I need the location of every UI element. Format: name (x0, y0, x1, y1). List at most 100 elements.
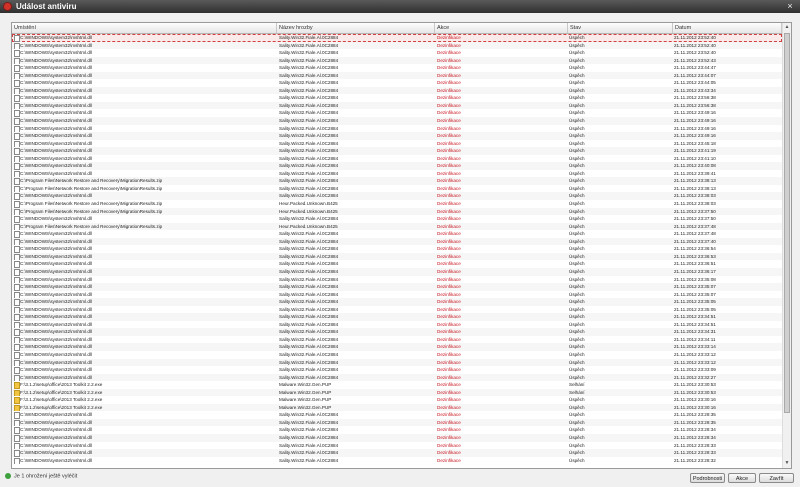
table-row[interactable]: C:\WINDOWS\system32\mshtml.dll Sality.Win… (12, 79, 782, 87)
table-row[interactable]: C:\WINDOWS\system32\mshtml.dll Sality.Win… (12, 358, 782, 367)
table-row[interactable]: C:\WINDOWS\system32\mshtml.dll Sality.Win… (12, 252, 782, 261)
table-row[interactable]: C:\WINDOWS\system32\mshtml.dll Sality.Win… (12, 267, 782, 276)
date-cell: 21.11.2012 23:28:35 (674, 419, 716, 425)
table-row[interactable]: C:\WINDOWS\system32\mshtml.dll Sality.Win… (12, 94, 782, 102)
state-cell: Úspěch (569, 57, 585, 63)
table-row[interactable]: C:\WINDOWS\system32\mshtml.dll Sality.Win… (12, 147, 782, 155)
vertical-scrollbar[interactable]: ▲ ▼ (782, 23, 791, 468)
scroll-down-icon[interactable]: ▼ (783, 459, 791, 468)
state-cell: Úspěch (569, 65, 585, 71)
date-cell: 21.11.2012 23:33:12 (674, 359, 716, 365)
title-bar: Událost antiviru × (0, 0, 800, 13)
table-row[interactable]: C:\WINDOWS\system32\mshtml.dll Sality.Win… (12, 230, 782, 238)
table-row[interactable]: C:\WINDOWS\system32\mshtml.dll Sality.Win… (12, 411, 782, 419)
threat-name-cell: Sality.Win32.Fiale.Al.0C2884 (279, 284, 339, 290)
table-row[interactable]: C:\WINDOWS\system32\mshtml.dll Sality.Win… (12, 162, 782, 170)
table-row[interactable]: C:\WINDOWS\system32\mshtml.dll Sality.Win… (12, 328, 782, 336)
table-row[interactable]: C:\WINDOWS\system32\mshtml.dll Sality.Win… (12, 215, 782, 223)
table-row[interactable]: C:\WINDOWS\system32\mshtml.dll Sality.Win… (12, 86, 782, 95)
table-row[interactable]: C:\WINDOWS\system32\mshtml.dll Sality.Win… (12, 305, 782, 314)
table-row[interactable]: C:\WINDOWS\system32\mshtml.dll Sality.Win… (12, 109, 782, 118)
table-row[interactable]: C:\WINDOWS\system32\mshtml.dll Sality.Win… (12, 132, 782, 140)
table-row[interactable]: C:\WINDOWS\system32\mshtml.dll Sality.Win… (12, 320, 782, 329)
close-window-button[interactable]: × (784, 0, 796, 13)
file-path-cell: C:\WINDOWS\system32\mshtml.dll (20, 102, 92, 108)
table-row[interactable]: C:\Program Files\Network Restore and Rec… (12, 200, 782, 208)
column-header-threat[interactable]: Název hrozby (277, 23, 435, 33)
table-row[interactable]: C:\WINDOWS\system32\mshtml.dll Sality.Win… (12, 101, 782, 110)
table-row[interactable]: C:\WINDOWS\system32\mshtml.dll Sality.Win… (12, 169, 782, 178)
action-cell: Dezinfikace (437, 351, 461, 357)
table-row[interactable]: C:\WINDOWS\system32\mshtml.dll Sality.Win… (12, 290, 782, 299)
file-path-cell: C:\WINDOWS\system32\mshtml.dll (20, 193, 92, 199)
threat-name-cell: Heur.Packed.Unknown.B425 (279, 223, 338, 229)
action-cell: Dezinfikace (437, 291, 461, 297)
table-row[interactable]: C:\WINDOWS\system32\mshtml.dll Sality.Win… (12, 275, 782, 284)
table-row[interactable]: C:\WINDOWS\system32\mshtml.dll Sality.Win… (12, 124, 782, 133)
action-button[interactable]: Akce (728, 473, 756, 483)
threat-name-cell: Sality.Win32.Fiale.Al.0C2884 (279, 148, 339, 154)
column-header-location[interactable]: Umístění (12, 23, 277, 33)
file-path-cell: C:\WINDOWS\system32\mshtml.dll (20, 344, 92, 350)
table-row[interactable]: F:\3.1.2\setup\office\2013 Toolkit 2.2.e… (12, 388, 782, 397)
details-button[interactable]: Podrobnosti (690, 473, 725, 483)
table-row[interactable]: C:\WINDOWS\system32\mshtml.dll Sality.Win… (12, 456, 782, 465)
table-row[interactable]: C:\WINDOWS\system32\mshtml.dll Sality.Win… (12, 373, 782, 382)
table-row[interactable]: C:\WINDOWS\system32\mshtml.dll Sality.Win… (12, 418, 782, 427)
table-row[interactable]: F:\3.1.2\setup\office\2013 Toolkit 2.2.e… (12, 381, 782, 389)
date-cell: 21.11.2012 23:34:51 (674, 321, 716, 327)
table-row[interactable]: C:\WINDOWS\system32\mshtml.dll Sality.Win… (12, 260, 782, 268)
table-row[interactable]: F:\3.1.2\setup\office\2013 Toolkit 2.2.e… (12, 396, 782, 404)
table-row[interactable]: C:\WINDOWS\system32\mshtml.dll Sality.Win… (12, 298, 782, 306)
table-row[interactable]: C:\WINDOWS\system32\mshtml.dll Sality.Win… (12, 192, 782, 201)
column-header-state[interactable]: Stav (568, 23, 673, 33)
table-row[interactable]: C:\WINDOWS\system32\mshtml.dll Sality.Win… (12, 449, 782, 457)
table-row[interactable]: C:\WINDOWS\system32\mshtml.dll Sality.Win… (12, 117, 782, 125)
date-cell: 21.11.2012 23:56:38 (674, 95, 716, 101)
table-row[interactable]: C:\WINDOWS\system32\mshtml.dll Sality.Win… (12, 335, 782, 344)
table-row[interactable]: C:\Program Files\Network Restore and Rec… (12, 184, 782, 193)
table-row[interactable]: C:\WINDOWS\system32\mshtml.dll Sality.Win… (12, 366, 782, 374)
threat-name-cell: Sality.Win32.Fiale.Al.0C2884 (279, 42, 339, 48)
date-cell: 21.11.2012 23:45:18 (674, 140, 716, 146)
file-path-cell: C:\WINDOWS\system32\mshtml.dll (20, 284, 92, 290)
scroll-up-icon[interactable]: ▲ (783, 23, 791, 32)
table-row[interactable]: C:\Program Files\Network Restore and Rec… (12, 207, 782, 216)
date-cell: 21.11.2012 23:30:16 (674, 404, 716, 410)
table-row[interactable]: C:\WINDOWS\system32\mshtml.dll Sality.Win… (12, 49, 782, 57)
action-cell: Dezinfikace (437, 367, 461, 373)
window-title: Událost antiviru (16, 2, 77, 11)
table-row[interactable]: C:\WINDOWS\system32\mshtml.dll Sality.Win… (12, 64, 782, 72)
table-row[interactable]: C:\WINDOWS\system32\mshtml.dll Sality.Win… (12, 350, 782, 359)
scrollbar-thumb[interactable] (784, 33, 790, 413)
table-row[interactable]: C:\WINDOWS\system32\mshtml.dll Sality.Win… (12, 433, 782, 442)
table-row[interactable]: F:\3.1.2\setup\office\2013 Toolkit 2.2.e… (12, 403, 782, 412)
close-button[interactable]: Zavřít (759, 473, 794, 483)
table-row[interactable]: C:\WINDOWS\system32\mshtml.dll Sality.Win… (12, 41, 782, 50)
table-row[interactable]: C:\WINDOWS\system32\mshtml.dll Sality.Win… (12, 343, 782, 351)
file-path-cell: C:\WINDOWS\system32\mshtml.dll (20, 419, 92, 425)
table-row[interactable]: C:\WINDOWS\system32\mshtml.dll Sality.Win… (12, 71, 782, 80)
date-cell: 21.11.2012 23:34:31 (674, 329, 716, 335)
table-row[interactable]: C:\WINDOWS\system32\mshtml.dll Sality.Win… (12, 313, 782, 321)
action-cell: Dezinfikace (437, 42, 461, 48)
table-row[interactable]: C:\WINDOWS\system32\mshtml.dll Sality.Win… (12, 426, 782, 434)
table-row[interactable]: C:\Program Files\Network Restore and Rec… (12, 222, 782, 231)
table-row[interactable]: C:\WINDOWS\system32\mshtml.dll Sality.Win… (12, 154, 782, 163)
column-header-date[interactable]: Datum (673, 23, 782, 33)
date-cell: 21.11.2012 23:33:09 (674, 367, 716, 373)
table-row[interactable]: C:\WINDOWS\system32\mshtml.dll Sality.Win… (12, 56, 782, 65)
state-cell: Úspěch (569, 457, 585, 463)
table-row[interactable]: C:\WINDOWS\system32\mshtml.dll Sality.Win… (12, 441, 782, 450)
column-header-action[interactable]: Akce (435, 23, 568, 33)
state-cell: Úspěch (569, 329, 585, 335)
table-row[interactable]: C:\WINDOWS\system32\mshtml.dll Sality.Win… (12, 34, 782, 42)
action-cell: Dezinfikace (437, 359, 461, 365)
table-row[interactable]: C:\WINDOWS\system32\mshtml.dll Sality.Win… (12, 283, 782, 291)
table-row[interactable]: C:\Program Files\Network Restore and Rec… (12, 177, 782, 185)
date-cell: 21.11.2012 23:38:13 (674, 178, 716, 184)
table-row[interactable]: C:\WINDOWS\system32\mshtml.dll Sality.Win… (12, 139, 782, 148)
date-cell: 21.11.2012 23:52:40 (674, 42, 716, 48)
table-row[interactable]: C:\WINDOWS\system32\mshtml.dll Sality.Win… (12, 237, 782, 246)
table-row[interactable]: C:\WINDOWS\system32\mshtml.dll Sality.Win… (12, 245, 782, 253)
